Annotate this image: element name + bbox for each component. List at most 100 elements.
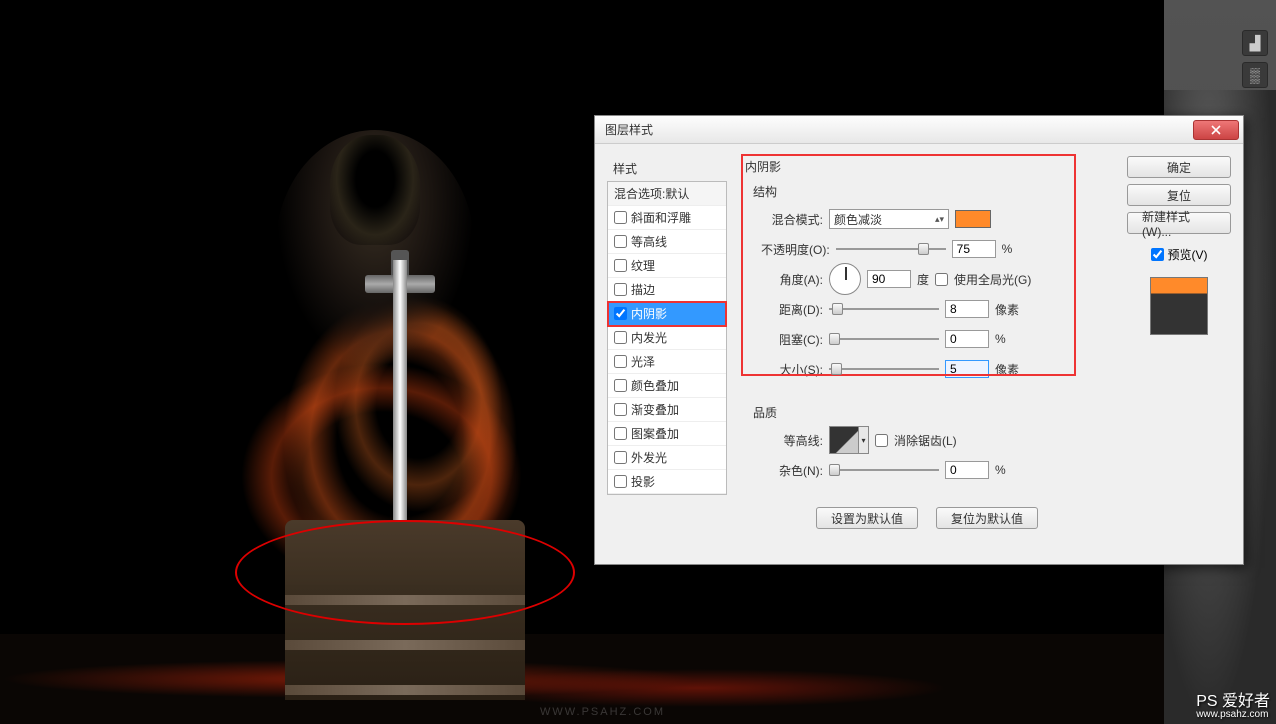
noise-input[interactable] (945, 461, 989, 479)
style-item-8[interactable]: 渐变叠加 (608, 398, 726, 422)
blend-mode-row: 混合模式: 颜色减淡 ▴▾ (761, 208, 1113, 230)
noise-row: 杂色(N): % (761, 459, 1113, 481)
style-checkbox[interactable] (614, 331, 627, 344)
watermark-url: WWW.PSAHZ.COM (540, 706, 665, 718)
opacity-slider[interactable] (836, 242, 946, 256)
artwork (195, 120, 615, 700)
opacity-row: 不透明度(O): % (761, 238, 1113, 260)
choke-slider[interactable] (829, 332, 939, 346)
style-checkbox[interactable] (614, 259, 627, 272)
size-row: 大小(S): 像素 (761, 358, 1113, 380)
angle-dial[interactable] (829, 263, 861, 295)
style-item-5[interactable]: 内发光 (608, 326, 726, 350)
antialias-label: 消除锯齿(L) (894, 432, 957, 449)
size-input[interactable] (945, 360, 989, 378)
style-checkbox[interactable] (614, 307, 627, 320)
style-checkbox[interactable] (614, 427, 627, 440)
cancel-button[interactable]: 复位 (1127, 184, 1231, 206)
set-default-button[interactable]: 设置为默认值 (816, 507, 918, 529)
blend-mode-label: 混合模式: (761, 211, 823, 228)
distance-input[interactable] (945, 300, 989, 318)
global-light-checkbox[interactable] (935, 273, 948, 286)
layer-style-dialog: 图层样式 样式 混合选项:默认 斜面和浮雕等高线纹理描边内阴影内发光光泽颜色叠加… (594, 115, 1244, 565)
style-checkbox[interactable] (614, 355, 627, 368)
blend-options-item[interactable]: 混合选项:默认 (608, 182, 726, 206)
style-item-label: 纹理 (631, 257, 655, 274)
styles-column: 样式 混合选项:默认 斜面和浮雕等高线纹理描边内阴影内发光光泽颜色叠加渐变叠加图… (607, 156, 727, 554)
style-item-9[interactable]: 图案叠加 (608, 422, 726, 446)
style-checkbox[interactable] (614, 475, 627, 488)
style-item-3[interactable]: 描边 (608, 278, 726, 302)
style-item-7[interactable]: 颜色叠加 (608, 374, 726, 398)
choke-input[interactable] (945, 330, 989, 348)
structure-label: 结构 (753, 183, 1113, 200)
style-item-0[interactable]: 斜面和浮雕 (608, 206, 726, 230)
style-item-10[interactable]: 外发光 (608, 446, 726, 470)
quality-label: 品质 (753, 404, 1113, 421)
choke-row: 阻塞(C): % (761, 328, 1113, 350)
settings-column: 内阴影 结构 混合模式: 颜色减淡 ▴▾ 不透明度(O): % (741, 156, 1113, 554)
preview-checkbox[interactable] (1151, 248, 1164, 261)
contour-row: 等高线: ▾ 消除锯齿(L) (761, 429, 1113, 451)
ok-button[interactable]: 确定 (1127, 156, 1231, 178)
blend-mode-select[interactable]: 颜色减淡 ▴▾ (829, 209, 949, 229)
distance-slider[interactable] (829, 302, 939, 316)
section-title: 内阴影 (741, 156, 1113, 177)
angle-label: 角度(A): (761, 271, 823, 288)
style-checkbox[interactable] (614, 283, 627, 296)
style-checkbox[interactable] (614, 403, 627, 416)
style-item-label: 描边 (631, 281, 655, 298)
chest-band (285, 640, 525, 650)
noise-label: 杂色(N): (761, 462, 823, 479)
swatches-icon[interactable]: ▒ (1242, 62, 1268, 88)
distance-label: 距离(D): (761, 301, 823, 318)
noise-slider[interactable] (829, 463, 939, 477)
angle-input[interactable] (867, 270, 911, 288)
distance-row: 距离(D): 像素 (761, 298, 1113, 320)
annotation-ellipse (235, 520, 575, 625)
contour-label: 等高线: (761, 432, 823, 449)
style-item-label: 外发光 (631, 449, 667, 466)
style-item-label: 斜面和浮雕 (631, 209, 691, 226)
size-slider[interactable] (829, 362, 939, 376)
style-item-label: 颜色叠加 (631, 377, 679, 394)
style-item-label: 光泽 (631, 353, 655, 370)
styles-header: 样式 (607, 156, 727, 181)
color-swatch[interactable] (955, 210, 991, 228)
style-checkbox[interactable] (614, 211, 627, 224)
size-label: 大小(S): (761, 361, 823, 378)
style-checkbox[interactable] (614, 235, 627, 248)
contour-picker[interactable]: ▾ (829, 426, 869, 454)
style-checkbox[interactable] (614, 379, 627, 392)
global-light-label: 使用全局光(G) (954, 271, 1031, 288)
style-item-2[interactable]: 纹理 (608, 254, 726, 278)
preview-swatch (1150, 277, 1208, 335)
default-buttons-row: 设置为默认值 复位为默认值 (741, 507, 1113, 529)
close-icon (1211, 125, 1221, 135)
dialog-title-text: 图层样式 (605, 121, 653, 138)
preview-row: 预览(V) (1127, 246, 1231, 263)
style-item-label: 内发光 (631, 329, 667, 346)
angle-row: 角度(A): 度 使用全局光(G) (761, 268, 1113, 290)
styles-list: 混合选项:默认 斜面和浮雕等高线纹理描边内阴影内发光光泽颜色叠加渐变叠加图案叠加… (607, 181, 727, 495)
dialog-right-column: 确定 复位 新建样式(W)... 预览(V) (1127, 156, 1231, 554)
chevron-updown-icon: ▴▾ (935, 214, 944, 225)
style-item-label: 投影 (631, 473, 655, 490)
close-button[interactable] (1193, 120, 1239, 140)
opacity-input[interactable] (952, 240, 996, 258)
style-item-4[interactable]: 内阴影 (608, 302, 726, 326)
style-item-label: 图案叠加 (631, 425, 679, 442)
reset-default-button[interactable]: 复位为默认值 (936, 507, 1038, 529)
preview-label: 预览(V) (1168, 246, 1208, 263)
histogram-icon[interactable]: ▟ (1242, 30, 1268, 56)
chevron-down-icon: ▾ (858, 427, 868, 453)
style-item-6[interactable]: 光泽 (608, 350, 726, 374)
style-item-1[interactable]: 等高线 (608, 230, 726, 254)
dialog-titlebar[interactable]: 图层样式 (595, 116, 1243, 144)
style-item-11[interactable]: 投影 (608, 470, 726, 494)
new-style-button[interactable]: 新建样式(W)... (1127, 212, 1231, 234)
hood-head (330, 135, 420, 245)
antialias-checkbox[interactable] (875, 434, 888, 447)
opacity-label: 不透明度(O): (761, 241, 830, 258)
style-checkbox[interactable] (614, 451, 627, 464)
